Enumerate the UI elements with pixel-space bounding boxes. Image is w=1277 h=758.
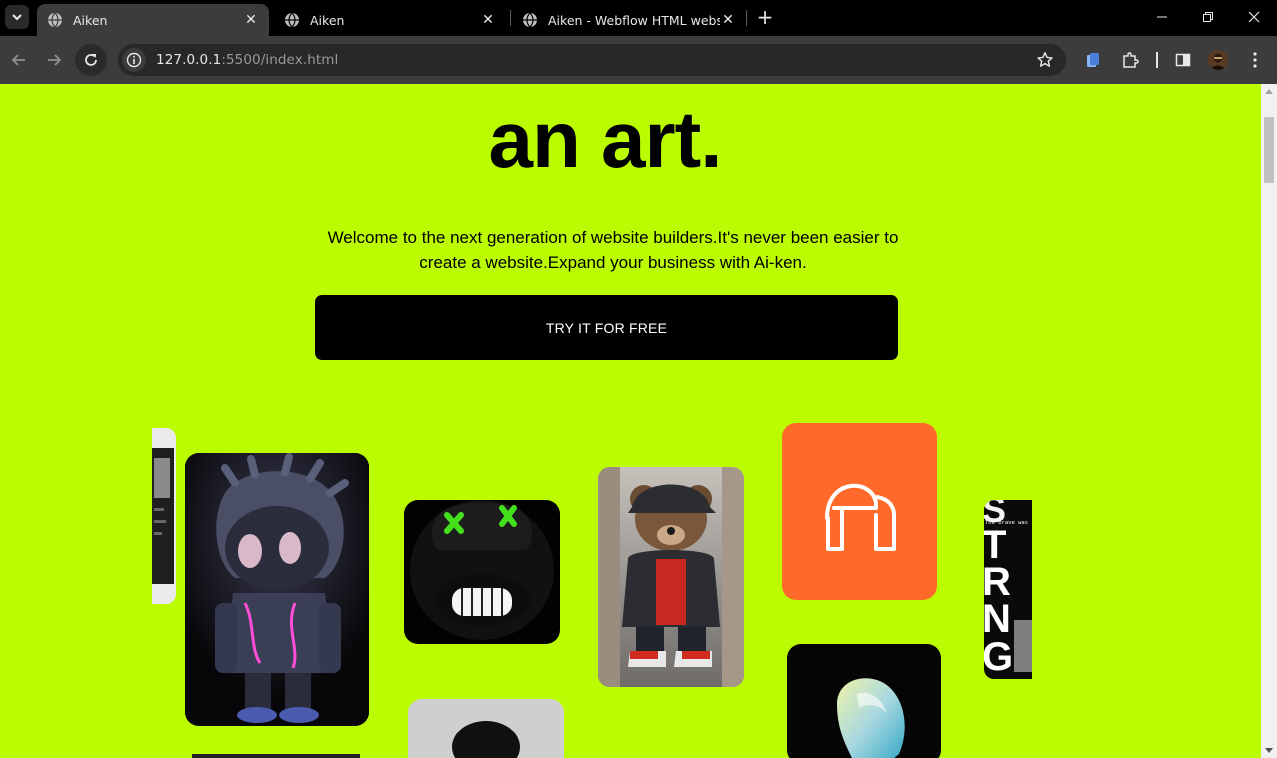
- close-window-button[interactable]: [1231, 4, 1277, 30]
- scroll-thumb[interactable]: [1264, 117, 1274, 183]
- gallery-card-phone-screenshot[interactable]: [152, 428, 176, 604]
- profile-avatar[interactable]: [1208, 50, 1228, 70]
- close-icon: [1248, 11, 1260, 23]
- restore-button[interactable]: [1185, 4, 1231, 30]
- poster-letter-g: G: [984, 635, 1013, 679]
- back-arrow-icon: [11, 54, 25, 66]
- gallery-card-poster[interactable]: The brave was S T R N G: [984, 500, 1032, 679]
- browser-menu-button[interactable]: [1245, 50, 1265, 70]
- plus-icon: +: [756, 5, 774, 29]
- tab-strip: Aiken ✕ Aiken ✕ Aiken - Webflow HTML web…: [0, 0, 1277, 36]
- hero-title: an art.: [488, 95, 722, 184]
- address-bar[interactable]: 127.0.0.1:5500/index.html: [118, 44, 1066, 76]
- scroll-down-arrow-icon[interactable]: [1265, 748, 1273, 753]
- globe-icon: [285, 12, 299, 28]
- back-button[interactable]: [3, 44, 35, 76]
- tab-aiken-webflow[interactable]: Aiken - Webflow HTML website ✕: [512, 4, 746, 36]
- page-viewport: an art. Welcome to the next generation o…: [0, 84, 1261, 758]
- url-path: :5500/index.html: [221, 52, 339, 68]
- hero-subtitle: Welcome to the next generation of websit…: [327, 228, 899, 272]
- new-tab-button[interactable]: +: [754, 5, 776, 29]
- extensions-button[interactable]: [1120, 50, 1140, 70]
- gallery-card-gorilla[interactable]: [404, 500, 560, 644]
- browser-toolbar: 127.0.0.1:5500/index.html: [0, 36, 1277, 84]
- globe-icon: [523, 12, 537, 28]
- side-panel-icon: [1175, 53, 1191, 67]
- gallery-card-teddy-bear[interactable]: [598, 467, 744, 687]
- minimize-button[interactable]: [1139, 4, 1185, 30]
- kebab-menu-icon: [1253, 52, 1257, 68]
- chevron-down-icon: [12, 14, 22, 21]
- documents-extension-icon: [1087, 53, 1099, 67]
- scroll-up-arrow-icon[interactable]: [1265, 89, 1273, 94]
- tab-title: Aiken: [310, 12, 345, 28]
- tab-title: Aiken - Webflow HTML website: [548, 12, 720, 28]
- tab-search-button[interactable]: [5, 5, 29, 29]
- minimize-icon: [1157, 16, 1167, 18]
- try-free-button[interactable]: TRY IT FOR FREE: [315, 295, 898, 360]
- close-icon[interactable]: ✕: [720, 12, 736, 28]
- tab-aiken-active[interactable]: Aiken ✕: [37, 4, 269, 36]
- tab-title: Aiken: [73, 12, 108, 28]
- reload-button[interactable]: [75, 44, 107, 76]
- forward-arrow-icon: [48, 54, 62, 66]
- toolbar-separator: [1156, 52, 1158, 68]
- tab-separator: [510, 10, 511, 26]
- site-info-icon[interactable]: [122, 48, 146, 72]
- gallery-card-partial: [192, 754, 360, 758]
- tab-separator: [746, 10, 747, 26]
- reload-icon: [85, 54, 97, 66]
- side-panel-button[interactable]: [1173, 50, 1193, 70]
- extension-icon: [1123, 52, 1139, 68]
- gallery-card-sketch[interactable]: [408, 699, 564, 758]
- page-scrollbar[interactable]: [1261, 84, 1277, 758]
- url-text[interactable]: 127.0.0.1:5500/index.html: [156, 52, 338, 68]
- forward-button[interactable]: [38, 44, 70, 76]
- tab-aiken-2[interactable]: Aiken ✕: [274, 4, 506, 36]
- globe-icon: [48, 12, 62, 28]
- gallery-card-orange-logo[interactable]: [782, 423, 937, 600]
- url-host: 127.0.0.1: [156, 52, 222, 68]
- bookmark-star-icon[interactable]: [1036, 51, 1054, 69]
- extension-button[interactable]: [1083, 50, 1103, 70]
- gallery-card-cyber-character[interactable]: [185, 453, 369, 726]
- restore-icon: [1203, 12, 1213, 22]
- gallery-card-3d-shape[interactable]: [787, 644, 941, 758]
- close-icon[interactable]: ✕: [243, 12, 259, 28]
- close-icon[interactable]: ✕: [480, 12, 496, 28]
